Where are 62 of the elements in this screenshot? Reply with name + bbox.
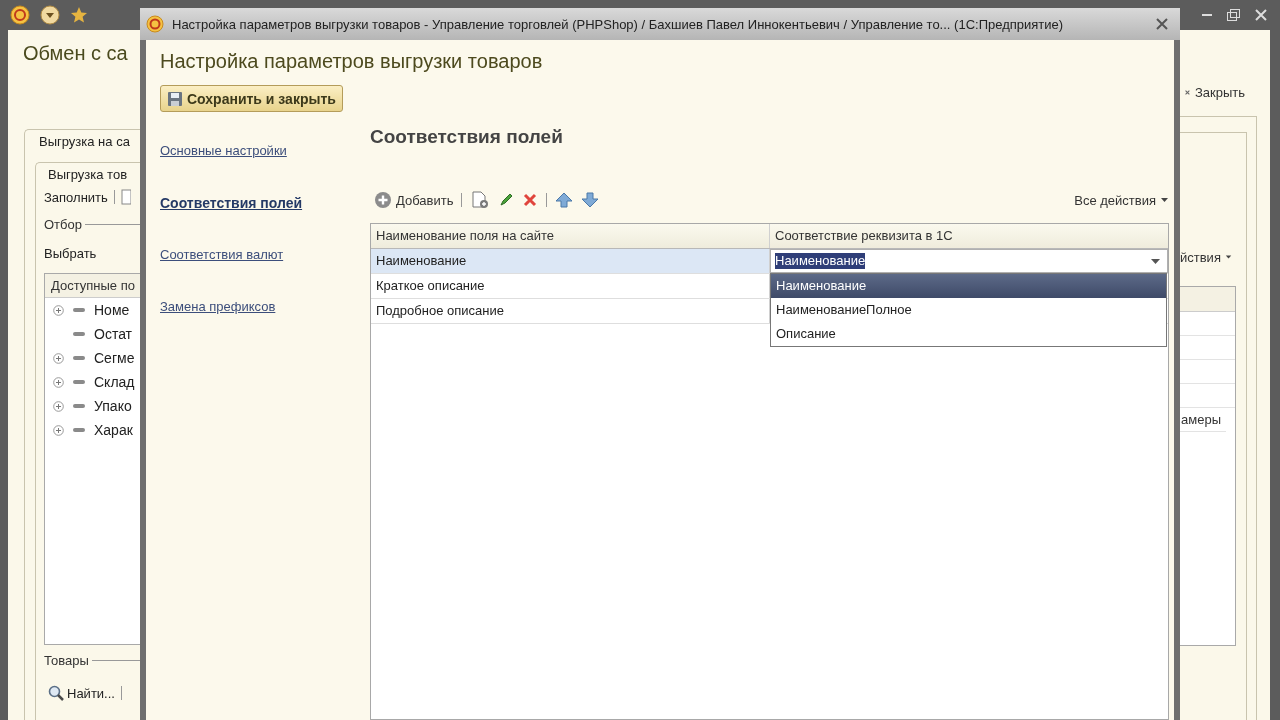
minimize-icon xyxy=(1202,14,1212,16)
pencil-icon xyxy=(498,192,515,208)
tree-item[interactable]: Упако xyxy=(94,398,132,414)
table-cell: Краткое описание xyxy=(371,274,770,298)
add-icon xyxy=(374,191,392,209)
tree-item[interactable]: Номе xyxy=(94,302,130,318)
field-icon xyxy=(72,426,86,434)
table-cell: Наименование xyxy=(371,249,770,273)
copy-document-icon xyxy=(470,191,491,209)
field-icon xyxy=(72,306,86,314)
nav-link[interactable]: Замена префиксов xyxy=(160,299,276,315)
field-icon xyxy=(72,378,86,386)
tree-item[interactable]: Сегме xyxy=(94,350,135,366)
dropdown-field[interactable]: Наименование xyxy=(770,249,1168,273)
column-header: Наименование поля на сайте xyxy=(371,224,770,248)
tab[interactable]: Выгрузка тов xyxy=(44,163,140,185)
tree-item[interactable]: Склад xyxy=(94,374,135,390)
tree-item[interactable]: Остат xyxy=(94,326,133,342)
tree-item[interactable]: Харак xyxy=(94,422,133,438)
field-icon xyxy=(72,354,86,362)
all-actions-menu[interactable]: Все действия xyxy=(1074,192,1169,208)
column-header: Доступные по xyxy=(45,274,140,298)
nav-link[interactable]: Соответствия валют xyxy=(160,247,284,263)
fill-button[interactable]: Заполнить xyxy=(44,189,108,205)
caret-icon xyxy=(1224,254,1232,260)
close-icon xyxy=(1254,8,1268,22)
star-icon xyxy=(70,6,88,24)
find-button[interactable]: Найти... xyxy=(48,685,115,701)
form-heading: Настройка параметров выгрузки товаров xyxy=(160,50,544,74)
nav-link[interactable]: Основные настройки xyxy=(160,143,287,159)
close-icon xyxy=(1156,18,1168,30)
dropdown-arrow-icon xyxy=(1150,257,1161,265)
group-label: Товары xyxy=(44,652,89,668)
select-button[interactable]: Выбрать xyxy=(44,243,97,263)
menu-icon xyxy=(40,5,60,25)
caret-icon xyxy=(1160,197,1169,203)
dropdown-option[interactable]: НаименованиеПолное xyxy=(771,298,1166,322)
dropdown-option[interactable]: Наименование xyxy=(771,274,1166,298)
search-icon xyxy=(48,685,64,701)
window-title: Обмен с са xyxy=(22,41,129,66)
logo-icon xyxy=(10,5,30,25)
tab[interactable]: Выгрузка на са xyxy=(35,130,140,152)
dropdown-option[interactable]: Описание xyxy=(771,322,1166,346)
group-label: Отбор xyxy=(44,216,82,232)
column-header: Соответствие реквизита в 1С xyxy=(774,227,954,245)
down-arrow-icon xyxy=(581,192,600,208)
add-button[interactable]: Добавить xyxy=(374,191,454,209)
save-button[interactable]: Сохранить и закрыть xyxy=(160,85,343,112)
close-button[interactable]: Закрыть xyxy=(1185,83,1245,101)
nav-link[interactable]: Соответствия полей xyxy=(160,195,303,211)
delete-icon xyxy=(522,192,539,208)
field-icon xyxy=(72,402,86,410)
window-title: Настройка параметров выгрузки товаров - Управление торговлей (PHPShop) / Бахшиев Павел Иннокентьевич / Управление то... (1С:Предприятие) xyxy=(172,16,1065,32)
actions-menu[interactable]: йствия xyxy=(1180,247,1232,267)
up-arrow-icon xyxy=(555,192,574,208)
table-cell: Подробное описание xyxy=(371,299,770,323)
field-icon xyxy=(72,330,86,338)
document-icon xyxy=(120,189,131,205)
table-header xyxy=(1180,287,1235,312)
section-title: Соответствия полей xyxy=(370,126,564,149)
logo-icon xyxy=(146,15,164,33)
restore-icon xyxy=(1226,8,1240,22)
